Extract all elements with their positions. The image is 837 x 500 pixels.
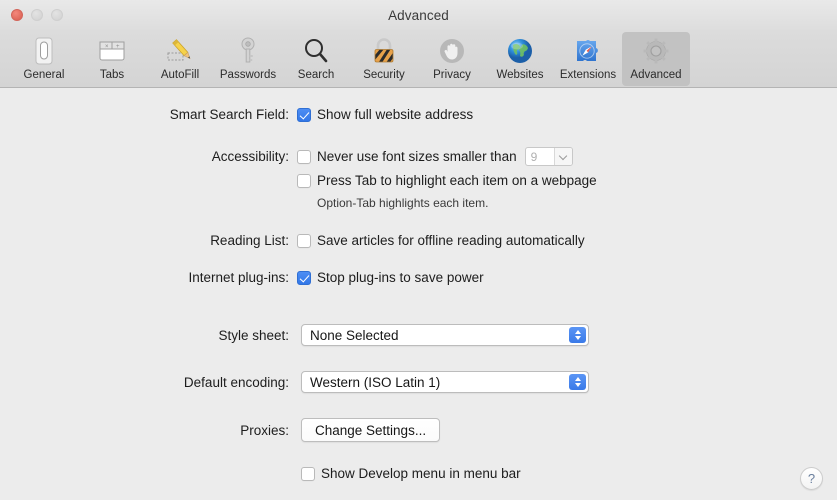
show-develop-menu-checkbox[interactable] [301, 466, 315, 481]
toolbar-label: Privacy [433, 69, 471, 81]
general-icon [27, 35, 61, 67]
never-use-font-sizes-checkbox[interactable] [297, 149, 311, 164]
internet-plugins-label: Internet plug-ins: [188, 270, 289, 285]
toolbar-item-tabs[interactable]: × + Tabs [78, 32, 146, 86]
search-icon [299, 35, 333, 67]
svg-text:+: + [116, 44, 120, 50]
style-sheet-control: None Selected [297, 324, 589, 346]
toolbar-label: Websites [496, 69, 544, 81]
develop-menu-control: Show Develop menu in menu bar [297, 466, 521, 481]
accessibility-font-size-control: Never use font sizes smaller than 9 [297, 147, 573, 166]
show-develop-menu-label[interactable]: Show Develop menu in menu bar [321, 466, 521, 481]
internet-plugins-control: Stop plug-ins to save power [297, 270, 484, 285]
row-accessibility-press-tab: Press Tab to highlight each item on a we… [0, 173, 597, 188]
smart-search-field-control: Show full website address [297, 107, 473, 122]
preferences-toolbar: General × + Tabs AutoFill Passwords Sear… [0, 30, 837, 88]
toolbar-label: Advanced [630, 69, 682, 81]
toolbar-label: General [23, 69, 65, 81]
proxies-control: Change Settings... [297, 418, 441, 442]
style-sheet-value: None Selected [310, 327, 399, 343]
toolbar-item-privacy[interactable]: Privacy [418, 32, 486, 86]
advanced-icon [639, 35, 673, 67]
preferences-content: Smart Search Field: Show full website ad… [0, 88, 837, 500]
chevron-down-icon [560, 153, 567, 160]
zoom-button[interactable] [51, 9, 63, 21]
privacy-icon [435, 35, 469, 67]
extensions-icon [571, 35, 605, 67]
font-size-combo[interactable]: 9 [524, 147, 573, 166]
row-style-sheet: Style sheet: None Selected [0, 324, 589, 346]
row-proxies: Proxies: Change Settings... [0, 418, 441, 442]
font-size-dropdown-button[interactable] [553, 148, 572, 165]
toolbar-label: Security [363, 69, 405, 81]
close-button[interactable] [11, 9, 23, 21]
websites-icon [503, 35, 537, 67]
never-use-font-sizes-label[interactable]: Never use font sizes smaller than [317, 149, 517, 164]
default-encoding-control: Western (ISO Latin 1) [297, 371, 589, 393]
show-full-website-address-label[interactable]: Show full website address [317, 107, 473, 122]
toolbar-label: Search [297, 69, 335, 81]
row-accessibility-font-size: Accessibility: Never use font sizes smal… [0, 147, 573, 166]
save-articles-offline-checkbox[interactable] [297, 233, 311, 248]
show-full-website-address-checkbox[interactable] [297, 107, 311, 122]
toolbar-item-advanced[interactable]: Advanced [622, 32, 690, 86]
row-reading-list: Reading List: Save articles for offline … [0, 233, 585, 248]
toolbar-item-autofill[interactable]: AutoFill [146, 32, 214, 86]
save-articles-offline-label[interactable]: Save articles for offline reading automa… [317, 233, 585, 248]
smart-search-field-label: Smart Search Field: [169, 107, 289, 122]
toolbar-label: Extensions [559, 69, 617, 81]
preferences-window: Advanced General × + Tabs AutoFill Passw… [0, 0, 837, 500]
toolbar-item-extensions[interactable]: Extensions [554, 32, 622, 86]
toolbar-item-websites[interactable]: Websites [486, 32, 554, 86]
style-sheet-label: Style sheet: [218, 327, 289, 343]
accessibility-press-tab-control: Press Tab to highlight each item on a we… [297, 173, 597, 188]
tabs-icon: × + [95, 35, 129, 67]
passwords-icon [231, 35, 265, 67]
toolbar-item-search[interactable]: Search [282, 32, 350, 86]
row-develop-menu: Show Develop menu in menu bar [0, 466, 521, 481]
minimize-button[interactable] [31, 9, 43, 21]
row-accessibility-hint: Option-Tab highlights each item. [0, 196, 488, 210]
security-icon [367, 35, 401, 67]
accessibility-label: Accessibility: [211, 149, 289, 164]
proxies-label: Proxies: [240, 422, 289, 438]
autofill-icon [163, 35, 197, 67]
row-internet-plugins: Internet plug-ins: Stop plug-ins to save… [0, 270, 484, 285]
toolbar-label: Tabs [99, 69, 125, 81]
press-tab-highlight-checkbox[interactable] [297, 173, 311, 188]
row-default-encoding: Default encoding: Western (ISO Latin 1) [0, 371, 589, 393]
reading-list-label: Reading List: [210, 233, 289, 248]
updown-chevron-icon[interactable] [569, 374, 586, 390]
press-tab-highlight-label[interactable]: Press Tab to highlight each item on a we… [317, 173, 597, 188]
help-button[interactable]: ? [800, 467, 823, 490]
window-controls [11, 9, 63, 21]
toolbar-item-passwords[interactable]: Passwords [214, 32, 282, 86]
window-title: Advanced [388, 7, 449, 23]
change-settings-button[interactable]: Change Settings... [301, 418, 441, 442]
option-tab-hint: Option-Tab highlights each item. [317, 196, 489, 210]
toolbar-label: Passwords [219, 69, 277, 81]
toolbar-label: AutoFill [160, 69, 200, 81]
reading-list-control: Save articles for offline reading automa… [297, 233, 585, 248]
stop-plugins-save-power-label[interactable]: Stop plug-ins to save power [317, 270, 484, 285]
stop-plugins-save-power-checkbox[interactable] [297, 270, 311, 285]
default-encoding-value: Western (ISO Latin 1) [310, 374, 441, 390]
default-encoding-popup-button[interactable]: Western (ISO Latin 1) [301, 371, 589, 393]
toolbar-item-security[interactable]: Security [350, 32, 418, 86]
updown-chevron-icon[interactable] [569, 327, 586, 343]
svg-text:×: × [105, 44, 109, 50]
window-titlebar: Advanced [0, 0, 837, 30]
default-encoding-label: Default encoding: [183, 374, 289, 390]
row-smart-search-field: Smart Search Field: Show full website ad… [0, 107, 473, 122]
accessibility-hint-wrap: Option-Tab highlights each item. [297, 196, 488, 210]
font-size-value: 9 [530, 149, 538, 164]
toolbar-item-general[interactable]: General [10, 32, 78, 86]
style-sheet-popup-button[interactable]: None Selected [301, 324, 589, 346]
